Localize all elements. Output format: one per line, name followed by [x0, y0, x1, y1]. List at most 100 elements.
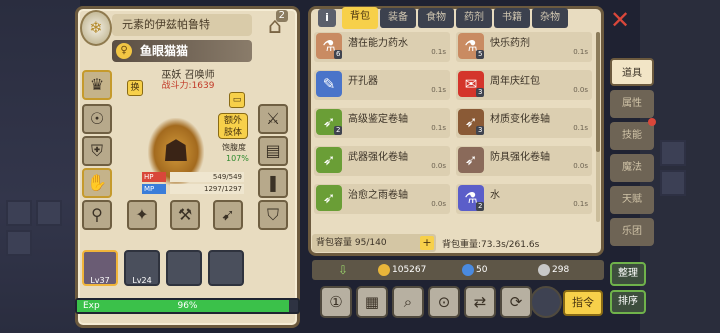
command-button[interactable]: 指令: [563, 290, 603, 316]
tab-0[interactable]: 背包: [342, 7, 378, 29]
equip-slot-amulet[interactable]: ☉: [82, 104, 112, 134]
item-cooldown: 0.0s: [573, 86, 588, 94]
swap-button[interactable]: 换: [127, 80, 143, 96]
side-tab-4[interactable]: 天赋: [610, 186, 654, 214]
side-tab-1[interactable]: 属性: [610, 90, 654, 118]
character-name: 元素的伊兹帕鲁特: [112, 14, 252, 36]
download-icon[interactable]: ⇩: [338, 263, 348, 277]
mp-bar: MP 1297/1297: [142, 184, 246, 194]
item-name: 水: [490, 190, 500, 201]
swap-arrows-icon[interactable]: ⇄: [464, 286, 496, 318]
equip-slot-armor[interactable]: ⛨: [82, 136, 112, 166]
item-count: 6: [334, 50, 343, 59]
identify-icon[interactable]: ⊙: [428, 286, 460, 318]
inventory-item[interactable]: ➶ 防具强化卷轴 0.0s: [456, 146, 592, 176]
floor-tile: [660, 140, 686, 166]
inventory-item[interactable]: ➶ 3 材质变化卷轴 0.1s: [456, 108, 592, 138]
gold-coin-icon: [378, 263, 390, 276]
floor-tile: [6, 230, 32, 256]
inventory-tabbar: i 背包 装备 食物 药剂 书籍 杂物: [312, 6, 602, 30]
inventory-item[interactable]: ➶ 治愈之雨卷轴 0.0s: [314, 184, 450, 214]
book-icon[interactable]: ▦: [356, 286, 388, 318]
tab-2[interactable]: 食物: [418, 8, 454, 28]
inventory-item[interactable]: ⚗ 5 快乐药剂 0.1s: [456, 32, 592, 62]
sort-button[interactable]: 排序: [610, 290, 646, 314]
item-cooldown: 0.1s: [431, 124, 446, 132]
empty-hex-slot[interactable]: [530, 286, 562, 318]
item-cooldown: 0.1s: [573, 124, 588, 132]
inventory-item[interactable]: ➶ 武器强化卷轴 0.0s: [314, 146, 450, 176]
item-count: 2: [476, 202, 485, 211]
silver-currency: 298: [538, 263, 569, 277]
item-icon: ➶: [316, 147, 342, 173]
hp-label: HP: [142, 172, 166, 182]
pet-slot[interactable]: Lv37: [82, 250, 118, 286]
tab-1[interactable]: 装备: [380, 8, 416, 28]
side-tab-0[interactable]: 道具: [610, 58, 654, 86]
gold-currency: 105267: [378, 263, 426, 277]
item-name: 材质变化卷轴: [490, 114, 550, 125]
frame-icon[interactable]: ▭: [229, 92, 245, 108]
background-left: [0, 0, 80, 333]
equip-slot-gloves[interactable]: ✋: [82, 168, 112, 198]
equip-slot-gun[interactable]: ➹: [213, 200, 243, 230]
equip-slot-mount[interactable]: ✦: [127, 200, 157, 230]
currency-bar: ⇩ 105267 50 298: [312, 260, 604, 280]
gem-icon: [462, 263, 474, 276]
exp-percent: 96%: [177, 301, 198, 311]
inventory-item[interactable]: ⚗ 2 水 0.1s: [456, 184, 592, 214]
sort-number-icon[interactable]: ①: [320, 286, 352, 318]
pet-slot[interactable]: Lv24: [124, 250, 160, 286]
pet-slot[interactable]: [208, 250, 244, 286]
hp-value: 549/549: [170, 172, 244, 182]
organize-button[interactable]: 整理: [610, 262, 646, 286]
wardrobe-count: 2: [275, 10, 288, 22]
item-icon: ✎: [316, 71, 342, 97]
item-count: 3: [476, 126, 485, 135]
inventory-item[interactable]: ➶ 2 高级鉴定卷轴 0.1s: [314, 108, 450, 138]
exp-bar: Exp 96%: [75, 298, 300, 314]
hp-bar: HP 549/549: [142, 172, 246, 182]
expand-capacity-button[interactable]: +: [420, 236, 434, 250]
info-icon[interactable]: i: [318, 9, 336, 27]
item-name: 周年庆红包: [490, 76, 540, 87]
equip-slot-tool[interactable]: ⚒: [170, 200, 200, 230]
item-name: 潜在能力药水: [348, 38, 408, 49]
item-cooldown: 0.1s: [431, 48, 446, 56]
item-count: 5: [476, 50, 485, 59]
equip-slot-weapon[interactable]: ⚔: [258, 104, 288, 134]
notification-dot: [648, 118, 656, 126]
item-list: ⚗ 6 潜在能力药水 0.1s ⚗ 5 快乐药剂 0.1s ✎ 开孔器 0.1s ✉ 3 周年庆红包 0.0…: [314, 30, 598, 222]
equip-slot-belt[interactable]: ▤: [258, 136, 288, 166]
extra-limb-button[interactable]: 额外 肢体: [218, 113, 248, 139]
equip-slot-boots[interactable]: ⚲: [82, 200, 112, 230]
search-icon[interactable]: ⌕: [392, 286, 424, 318]
floor-tile: [36, 200, 62, 226]
pet-slot[interactable]: [166, 250, 202, 286]
tab-5[interactable]: 杂物: [532, 8, 568, 28]
satiety-value: 107%: [226, 154, 249, 163]
equip-slot-helmet[interactable]: ♛: [82, 70, 112, 100]
inventory-item[interactable]: ⚗ 6 潜在能力药水 0.1s: [314, 32, 450, 62]
side-tab-2[interactable]: 技能: [610, 122, 654, 150]
item-count: 3: [476, 88, 485, 97]
inventory-item[interactable]: ✉ 3 周年庆红包 0.0s: [456, 70, 592, 100]
inventory-item[interactable]: ✎ 开孔器 0.1s: [314, 70, 450, 100]
item-name: 防具强化卷轴: [490, 152, 550, 163]
side-tab-3[interactable]: 魔法: [610, 154, 654, 182]
item-count: 2: [334, 126, 343, 135]
equip-slot-offhand[interactable]: ⛉: [258, 200, 288, 230]
sync-icon[interactable]: ⟳: [500, 286, 532, 318]
scrollbar-thumb[interactable]: [596, 32, 600, 152]
floor-tile: [6, 200, 32, 226]
equip-slot-pants[interactable]: ❚: [258, 168, 288, 198]
item-cooldown: 0.0s: [573, 162, 588, 170]
tab-3[interactable]: 药剂: [456, 8, 492, 28]
item-name: 高级鉴定卷轴: [348, 114, 408, 125]
side-tab-5[interactable]: 乐团: [610, 218, 654, 246]
wardrobe-hanger-icon[interactable]: ⌂ 2: [258, 10, 292, 42]
pet-slots: Lv37 Lv24: [82, 250, 302, 292]
guild-emblem-icon[interactable]: ❄: [80, 10, 112, 46]
tab-4[interactable]: 书籍: [494, 8, 530, 28]
close-icon[interactable]: ✕: [608, 8, 632, 32]
